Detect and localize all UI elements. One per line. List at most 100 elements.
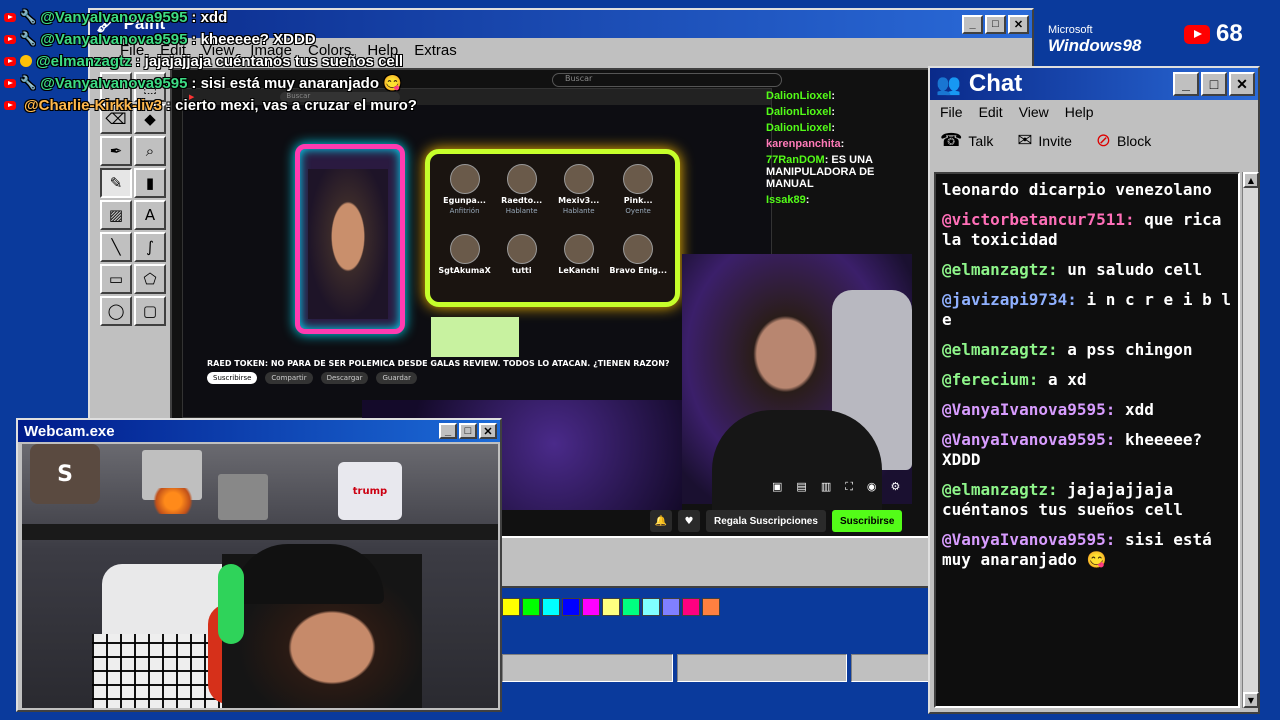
minimize-button[interactable]: _ bbox=[962, 14, 983, 34]
channel-subscribe-button[interactable]: Suscribirse bbox=[207, 372, 258, 384]
color-swatch[interactable] bbox=[502, 598, 520, 616]
guest-role: Oyente bbox=[625, 207, 651, 215]
chat-toolbar: ☎ Talk ✉ Invite ⊘ Block bbox=[930, 124, 1258, 157]
scroll-down-icon[interactable]: ▼ bbox=[1243, 692, 1259, 708]
toilet-paper-rolls: trump bbox=[338, 462, 402, 520]
guest-tile[interactable]: SgtAkumaX bbox=[438, 234, 491, 292]
share-button[interactable]: Compartir bbox=[265, 372, 313, 384]
color-swatch[interactable] bbox=[522, 598, 540, 616]
paint-tool-13[interactable]: ⬠ bbox=[134, 264, 166, 294]
paint-tool-12[interactable]: ▭ bbox=[100, 264, 132, 294]
download-button[interactable]: Descargar bbox=[320, 372, 369, 384]
gift-subs-button[interactable]: Regala Suscripciones bbox=[706, 510, 826, 532]
guest-tile[interactable]: Raedto... Hablante bbox=[495, 164, 548, 230]
chat-username[interactable]: @VanyaIvanova9595: bbox=[942, 400, 1115, 419]
webcam-title: Webcam.exe bbox=[24, 422, 115, 440]
flowers bbox=[148, 488, 198, 514]
paint-tool-14[interactable]: ◯ bbox=[100, 296, 132, 326]
paint-tool-5[interactable]: ⌕ bbox=[134, 136, 166, 166]
guest-tile[interactable]: Pink... Oyente bbox=[609, 164, 667, 230]
paint-tool-9[interactable]: A bbox=[134, 200, 166, 230]
guest-avatar bbox=[506, 164, 537, 194]
block-button[interactable]: ⊘ Block bbox=[1096, 130, 1151, 151]
settings-gear-icon[interactable]: ⚙ bbox=[891, 480, 901, 494]
guest-tile[interactable]: Mexiv3... Hablante bbox=[552, 164, 605, 230]
youtube-icon bbox=[4, 56, 16, 66]
kick-chat-user[interactable]: Issak89 bbox=[766, 194, 806, 206]
bell-icon[interactable]: 🔔 bbox=[650, 510, 672, 532]
kick-subscribe-bar: 🔔 ♥ Regala Suscripciones Suscribirse bbox=[650, 510, 903, 532]
talk-button[interactable]: ☎ Talk bbox=[940, 130, 993, 151]
chat-username[interactable]: @victorbetancur7511: bbox=[942, 210, 1135, 229]
menu-edit[interactable]: Edit bbox=[979, 104, 1003, 120]
menu-file[interactable]: File bbox=[940, 104, 963, 120]
paint-tool-6[interactable]: ✎ bbox=[100, 168, 132, 198]
chat-username[interactable]: @elmanzagtz: bbox=[942, 340, 1058, 359]
close-button[interactable]: ✕ bbox=[1229, 72, 1255, 96]
theater-icon[interactable]: ▤ bbox=[796, 480, 806, 494]
chat-titlebar[interactable]: 👥 Chat _ □ ✕ bbox=[930, 68, 1258, 100]
chat-text: a xd bbox=[1038, 370, 1087, 389]
pip-icon[interactable]: ▣ bbox=[772, 480, 782, 494]
paint-tool-8[interactable]: ▨ bbox=[100, 200, 132, 230]
paint-tool-7[interactable]: ▮ bbox=[134, 168, 166, 198]
save-button[interactable]: Guardar bbox=[376, 372, 417, 384]
menu-view[interactable]: View bbox=[1019, 104, 1049, 120]
scroll-up-icon[interactable]: ▲ bbox=[1243, 172, 1259, 188]
minimize-button[interactable]: _ bbox=[439, 423, 457, 439]
clip-icon[interactable]: ◉ bbox=[867, 480, 877, 494]
heart-icon[interactable]: ♥ bbox=[678, 510, 700, 532]
color-swatch[interactable] bbox=[562, 598, 580, 616]
kick-chat-user[interactable]: karenpanchita bbox=[766, 138, 841, 150]
captions-icon[interactable]: ▥ bbox=[821, 480, 831, 494]
fullscreen-icon[interactable]: ⛶ bbox=[845, 480, 853, 494]
webcam-titlebar[interactable]: Webcam.exe _ □ ✕ bbox=[18, 420, 500, 442]
guest-tile[interactable]: Bravo Enig... bbox=[609, 234, 667, 292]
menu-help[interactable]: Help bbox=[1065, 104, 1094, 120]
canvas-search-bar[interactable]: Buscar bbox=[552, 73, 782, 87]
maximize-button[interactable]: □ bbox=[985, 14, 1006, 34]
color-swatch[interactable] bbox=[542, 598, 560, 616]
minimize-button[interactable]: _ bbox=[1173, 72, 1199, 96]
color-swatch[interactable] bbox=[702, 598, 720, 616]
kick-chat-user[interactable]: DalionLioxel bbox=[766, 106, 831, 118]
guest-name: tutti bbox=[511, 266, 532, 275]
chat-username[interactable]: @VanyaIvanova9595: bbox=[942, 430, 1115, 449]
close-button[interactable]: ✕ bbox=[479, 423, 497, 439]
kick-chat-user[interactable]: DalionLioxel bbox=[766, 122, 831, 134]
guest-tile[interactable]: tutti bbox=[495, 234, 548, 292]
guest-tile[interactable]: LeKanchi bbox=[552, 234, 605, 292]
chat-username[interactable]: @javizapi9734: bbox=[942, 290, 1077, 309]
guest-tile[interactable]: Egunpa... Anfitrión bbox=[438, 164, 491, 230]
chat-scrollbar[interactable]: ▲ ▼ bbox=[1242, 172, 1259, 708]
maximize-button[interactable]: □ bbox=[1201, 72, 1227, 96]
viewer-count-value: 68 bbox=[1216, 20, 1243, 47]
color-swatch[interactable] bbox=[582, 598, 600, 616]
paint-tool-4[interactable]: ✒ bbox=[100, 136, 132, 166]
invite-button[interactable]: ✉ Invite bbox=[1017, 130, 1072, 151]
color-swatch[interactable] bbox=[622, 598, 640, 616]
chat-username[interactable]: @ferecium: bbox=[942, 370, 1038, 389]
kick-chat-user[interactable]: 77RanDOM bbox=[766, 154, 825, 166]
kick-chat-message: karenpanchita: bbox=[766, 138, 914, 150]
status-cell bbox=[502, 654, 673, 682]
maximize-button[interactable]: □ bbox=[459, 423, 477, 439]
chat-username[interactable]: @elmanzagtz: bbox=[942, 260, 1058, 279]
paint-tool-15[interactable]: ▢ bbox=[134, 296, 166, 326]
chat-message: @VanyaIvanova9595: kheeeee? XDDD bbox=[942, 430, 1232, 470]
color-swatch[interactable] bbox=[602, 598, 620, 616]
overlay-chat-line: 🔧 @VanyaIvanova9595: xdd bbox=[4, 6, 464, 28]
paint-tool-10[interactable]: ╲ bbox=[100, 232, 132, 262]
color-swatch[interactable] bbox=[662, 598, 680, 616]
chat-username[interactable]: @VanyaIvanova9595: bbox=[942, 530, 1115, 549]
chat-messages[interactable]: leonardo dicarpio venezolano @victorbetan… bbox=[934, 172, 1240, 708]
chat-username[interactable]: @elmanzagtz: bbox=[942, 480, 1058, 499]
close-button[interactable]: ✕ bbox=[1008, 14, 1029, 34]
color-swatch[interactable] bbox=[682, 598, 700, 616]
paint-tool-11[interactable]: ∫ bbox=[134, 232, 166, 262]
guest-avatar bbox=[563, 164, 594, 194]
kick-chat-user[interactable]: DalionLioxel bbox=[766, 90, 831, 102]
kick-subscribe-button[interactable]: Suscribirse bbox=[831, 510, 903, 532]
kick-chat-message: DalionLioxel: bbox=[766, 106, 914, 118]
color-swatch[interactable] bbox=[642, 598, 660, 616]
